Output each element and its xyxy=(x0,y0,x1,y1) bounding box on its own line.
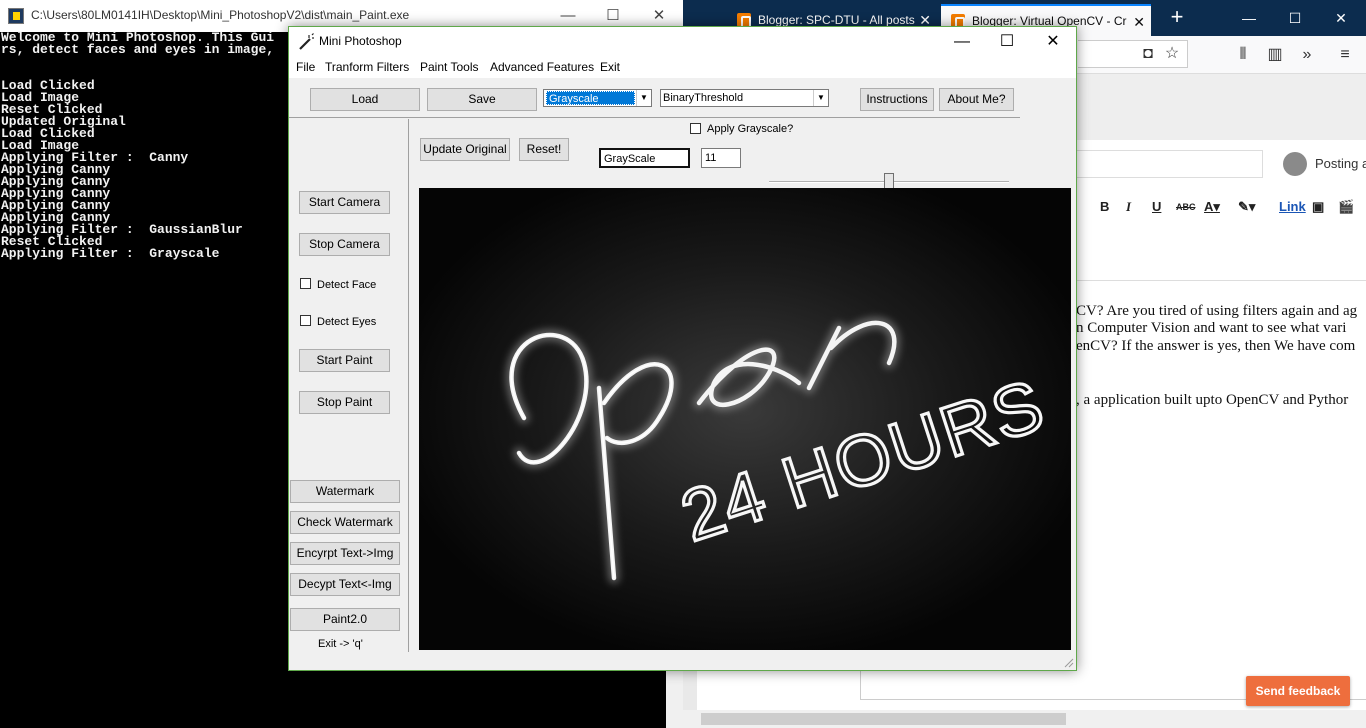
browser-maximize-button[interactable]: ☐ xyxy=(1272,6,1318,30)
app-close-button[interactable]: ✕ xyxy=(1030,29,1076,55)
image-preview: 24 HOURS xyxy=(419,188,1071,650)
new-tab-button[interactable]: + xyxy=(1163,4,1191,32)
mini-photoshop-window: Mini Photoshop — ☐ ✕ File Tranform Filte… xyxy=(288,26,1077,671)
instructions-button[interactable]: Instructions xyxy=(860,88,934,111)
chevron-down-icon[interactable]: ▼ xyxy=(636,90,651,106)
console-minimize-button[interactable]: — xyxy=(546,4,590,28)
highlight-color-icon[interactable]: ✎▾ xyxy=(1238,199,1255,215)
app-title: Mini Photoshop xyxy=(319,34,402,48)
load-button[interactable]: Load xyxy=(310,88,420,111)
post-editor-toolbar: B I U ABC A▾ ✎▾ Link ▣ 🎬 xyxy=(1076,193,1366,225)
menu-transform-filters[interactable]: Tranform Filters xyxy=(325,60,409,74)
app-client-area: Load Save Grayscale ▼ BinaryThreshold ▼ … xyxy=(289,78,1076,670)
start-paint-button[interactable]: Start Paint xyxy=(299,349,390,372)
stop-paint-button[interactable]: Stop Paint xyxy=(299,391,390,414)
paint2-button[interactable]: Paint2.0 xyxy=(290,608,400,631)
strikethrough-button[interactable]: ABC xyxy=(1176,202,1196,212)
bold-button[interactable]: B xyxy=(1100,199,1109,214)
hamburger-menu-icon[interactable]: ≡ xyxy=(1335,45,1355,65)
sidebar-divider xyxy=(408,119,409,652)
insert-video-icon[interactable]: 🎬 xyxy=(1338,199,1354,215)
app-maximize-button[interactable]: ☐ xyxy=(984,29,1030,55)
close-tab-icon[interactable]: ✕ xyxy=(1133,14,1145,31)
overflow-chevrons-icon[interactable]: » xyxy=(1297,45,1317,65)
threshold-select-value: BinaryThreshold xyxy=(663,92,744,104)
detect-eyes-checkbox[interactable] xyxy=(300,315,311,326)
menu-advanced-features[interactable]: Advanced Features xyxy=(490,60,594,74)
about-me-button[interactable]: About Me? xyxy=(939,88,1014,111)
watermark-button[interactable]: Watermark xyxy=(290,480,400,503)
reset-button[interactable]: Reset! xyxy=(519,138,569,161)
console-maximize-button[interactable]: ☐ xyxy=(591,4,635,28)
italic-button[interactable]: I xyxy=(1126,199,1131,215)
pocket-icon[interactable]: ◘ xyxy=(1138,44,1158,64)
blogger-icon xyxy=(737,13,751,28)
app-minimize-button[interactable]: — xyxy=(939,29,985,55)
horizontal-scrollbar[interactable] xyxy=(683,710,1366,728)
url-bar[interactable]: ◘ ☆ xyxy=(1078,40,1188,68)
browser-minimize-button[interactable]: — xyxy=(1226,6,1272,30)
check-watermark-button[interactable]: Check Watermark xyxy=(290,511,400,534)
send-feedback-button[interactable]: Send feedback xyxy=(1246,676,1350,706)
app-title-bar: Mini Photoshop — ☐ ✕ xyxy=(289,27,1076,56)
underline-button[interactable]: U xyxy=(1152,199,1161,214)
start-camera-button[interactable]: Start Camera xyxy=(299,191,390,214)
post-body-line: , a application built upto OpenCV and Py… xyxy=(1076,392,1349,408)
detect-eyes-label: Detect Eyes xyxy=(317,316,377,328)
bookmark-star-icon[interactable]: ☆ xyxy=(1162,44,1182,64)
update-original-button[interactable]: Update Original xyxy=(420,138,510,161)
parameter-field[interactable]: 11 xyxy=(701,148,741,168)
apply-grayscale-checkbox[interactable] xyxy=(690,123,701,134)
save-button[interactable]: Save xyxy=(427,88,537,111)
filter-select[interactable]: Grayscale ▼ xyxy=(543,89,652,107)
post-title-input[interactable] xyxy=(1076,150,1263,178)
menu-exit[interactable]: Exit xyxy=(600,60,620,74)
apply-grayscale-label: Apply Grayscale? xyxy=(707,123,794,135)
neon-sign-image: 24 HOURS xyxy=(419,188,1071,650)
exit-hint: Exit -> 'q' xyxy=(318,638,363,650)
threshold-select[interactable]: BinaryThreshold ▼ xyxy=(660,89,829,107)
sidebar-icon[interactable]: ▥ xyxy=(1265,45,1285,65)
post-body-line: CV? Are you tired of using filters again… xyxy=(1076,303,1358,319)
browser-tab-title: Blogger: SPC-DTU - All posts xyxy=(758,13,915,27)
posting-as-label: Posting a xyxy=(1315,156,1366,171)
toolbar-divider xyxy=(289,117,1020,118)
post-body-line: enCV? If the answer is yes, then We have… xyxy=(1076,338,1356,354)
chevron-down-icon[interactable]: ▼ xyxy=(813,90,828,106)
magic-wand-icon xyxy=(299,33,314,50)
insert-image-icon[interactable]: ▣ xyxy=(1312,199,1324,215)
menu-bar: File Tranform Filters Paint Tools Advanc… xyxy=(289,56,1076,78)
encrypt-text-button[interactable]: Encyrpt Text->Img xyxy=(290,542,400,565)
menu-file[interactable]: File xyxy=(296,60,315,74)
python-exe-icon xyxy=(8,8,24,24)
scrollbar-thumb[interactable] xyxy=(701,713,1066,725)
console-title: C:\Users\80LM0141IH\Desktop\Mini_Photosh… xyxy=(31,8,410,22)
browser-close-button[interactable]: ✕ xyxy=(1318,6,1364,30)
text-color-icon[interactable]: A▾ xyxy=(1204,199,1220,215)
filter-select-value: Grayscale xyxy=(546,91,635,105)
detect-face-label: Detect Face xyxy=(317,279,377,291)
decrypt-text-button[interactable]: Decypt Text<-Img xyxy=(290,573,400,596)
filter-name-field[interactable]: GrayScale xyxy=(599,148,690,168)
library-icon[interactable]: ⫴ xyxy=(1233,45,1253,65)
stop-camera-button[interactable]: Stop Camera xyxy=(299,233,390,256)
resize-grip-icon[interactable] xyxy=(1064,658,1074,668)
console-close-button[interactable]: ✕ xyxy=(637,4,681,28)
detect-face-checkbox[interactable] xyxy=(300,278,311,289)
insert-link-button[interactable]: Link xyxy=(1279,199,1306,214)
menu-paint-tools[interactable]: Paint Tools xyxy=(420,60,478,74)
post-body-line: n Computer Vision and want to see what v… xyxy=(1076,320,1347,336)
avatar[interactable] xyxy=(1283,152,1307,176)
